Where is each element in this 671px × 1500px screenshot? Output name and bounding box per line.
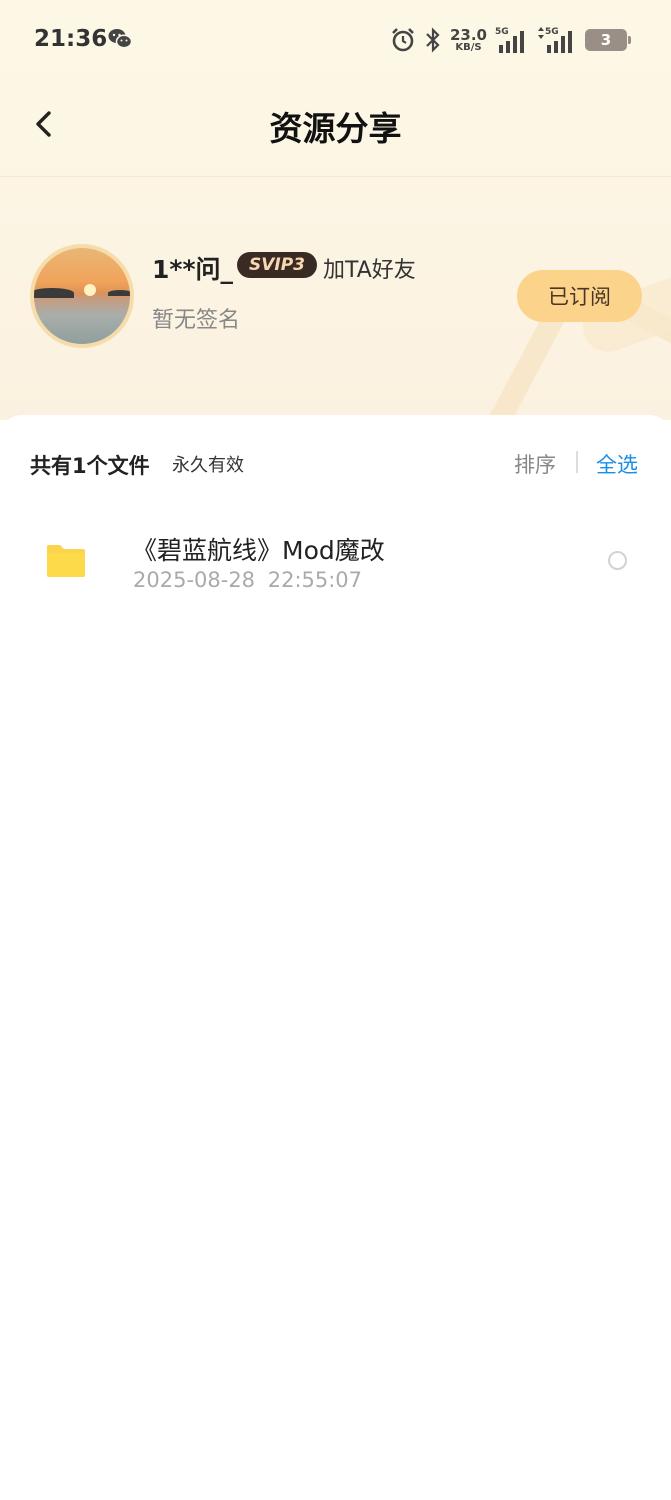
alarm-icon — [392, 28, 414, 52]
nav-bar: 资源分享 — [0, 80, 671, 176]
subscribed-button[interactable]: 已订阅 — [517, 270, 642, 322]
sort-button[interactable]: 排序 — [514, 449, 556, 479]
divider — [576, 451, 578, 473]
add-friend-link[interactable]: 加TA好友 — [323, 252, 416, 284]
network-speed: 23.0 KB/S — [449, 25, 487, 53]
file-date: 2025-08-28 22:55:07 — [133, 568, 363, 592]
bluetooth-icon — [426, 27, 440, 53]
signature: 暂无签名 — [152, 308, 241, 333]
select-all-button[interactable]: 全选 — [596, 449, 638, 479]
folder-icon — [47, 545, 85, 577]
battery-icon: 3 — [585, 29, 631, 51]
profile-section: 1**问_ SVIP3 加TA好友 暂无签名 已订阅 — [0, 240, 671, 360]
status-bar: 21:36 23.0 KB/S 5G 5G 3 — [0, 0, 671, 80]
signal-icon: 5G — [537, 27, 577, 53]
signal-icon: 5G — [495, 27, 529, 53]
list-item[interactable]: 《碧蓝航线》Mod魔改 2025-08-28 22:55:07 — [0, 515, 671, 605]
file-count: 共有1个文件 — [30, 454, 150, 478]
vip-badge: SVIP3 — [237, 252, 318, 278]
file-name: 《碧蓝航线》Mod魔改 — [132, 536, 385, 565]
avatar[interactable] — [30, 244, 134, 348]
select-radio[interactable] — [608, 551, 627, 570]
file-list-card: 共有1个文件 永久有效 排序 全选 《碧蓝航线》Mod魔改 2025-08-28… — [0, 415, 671, 1500]
page-title: 资源分享 — [269, 109, 402, 148]
validity-label: 永久有效 — [172, 455, 244, 476]
list-header: 共有1个文件 永久有效 排序 全选 — [0, 415, 671, 507]
status-time: 21:36 — [34, 26, 108, 52]
username: 1**问_ — [152, 255, 234, 284]
wechat-icon — [108, 29, 132, 49]
divider — [0, 176, 671, 177]
